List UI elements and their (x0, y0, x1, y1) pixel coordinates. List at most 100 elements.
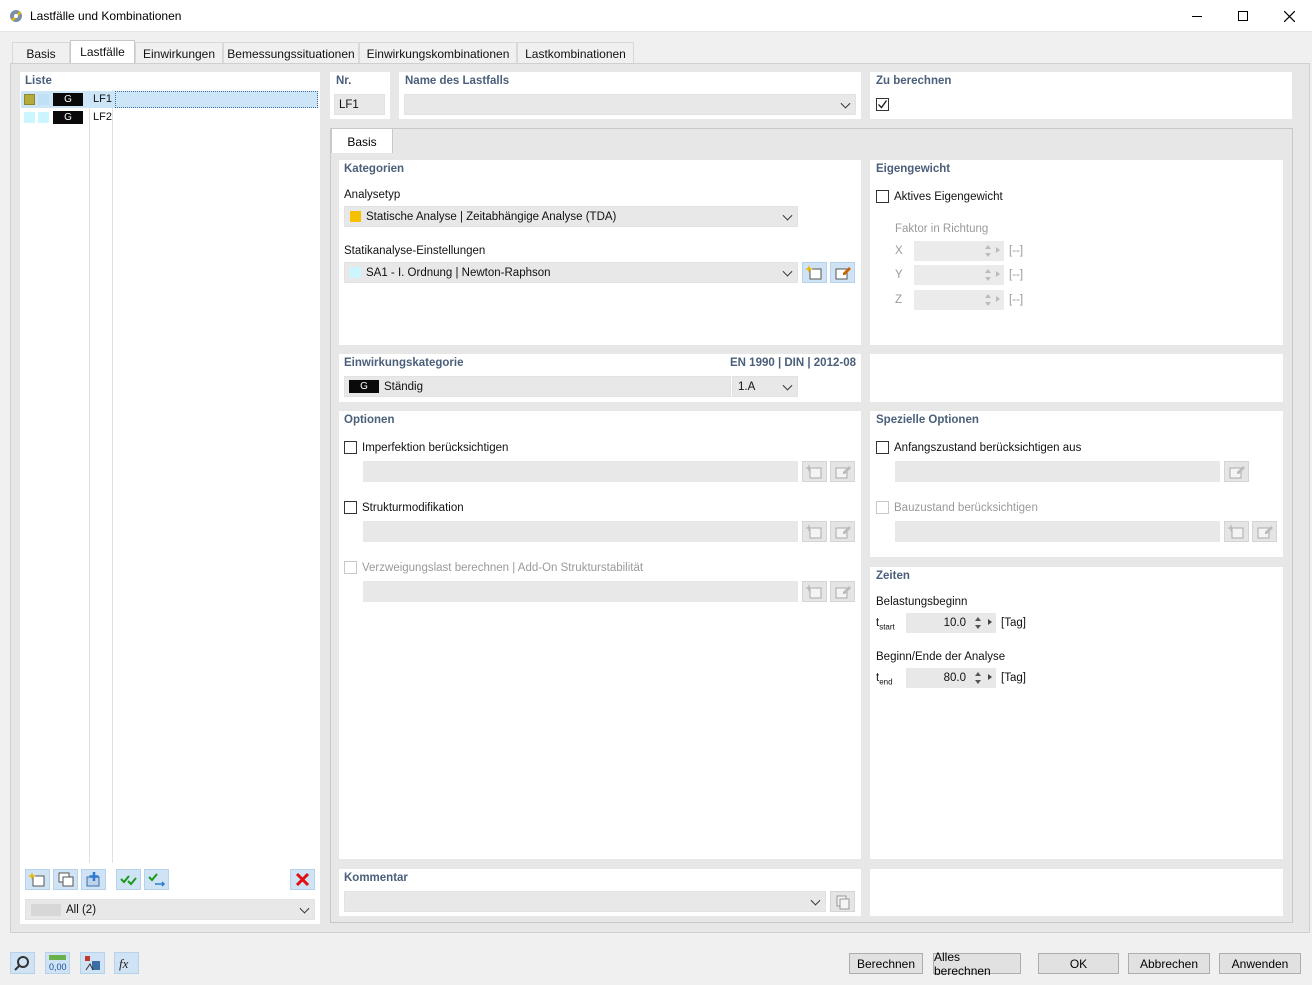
list-item[interactable]: G LF1 (21, 91, 318, 108)
formula-button[interactable]: fx (114, 952, 139, 974)
spin-up-icon[interactable] (975, 672, 981, 676)
tab-lastkombinationen[interactable]: Lastkombinationen (517, 42, 634, 64)
new-item-button[interactable] (25, 869, 50, 890)
check-all-button[interactable] (116, 869, 141, 890)
anwenden-button[interactable]: Anwenden (1219, 953, 1301, 974)
action-tag: G (53, 111, 83, 124)
add-multiple-button[interactable] (81, 869, 106, 890)
kommentar-copy-button[interactable] (830, 891, 855, 912)
factor-x-input[interactable] (914, 241, 1004, 261)
kategorien-panel: Kategorien Analysetyp Statische Analyse … (339, 160, 861, 345)
tab-basis[interactable]: Basis (12, 42, 70, 64)
edit-anfang-button[interactable] (1224, 461, 1249, 482)
factor-y-input[interactable] (914, 265, 1004, 285)
t-start-input[interactable]: 10.0 (906, 613, 996, 633)
struktur-checkbox[interactable] (344, 501, 357, 514)
eigengewicht-label: Aktives Eigengewicht (894, 191, 1003, 203)
title-bar: Lastfälle und Kombinationen (0, 0, 1312, 32)
calc-label: Zu berechnen (876, 75, 952, 87)
spin-up-icon[interactable] (975, 617, 981, 621)
tab-lastfaelle[interactable]: Lastfälle (70, 40, 135, 65)
tab-bemessungssituationen[interactable]: Bemessungssituationen (223, 42, 359, 64)
ende-label: Beginn/Ende der Analyse (876, 651, 1006, 663)
bauzustand-checkbox[interactable] (876, 501, 889, 514)
window-title: Lastfälle und Kombinationen (30, 9, 182, 23)
units-button[interactable]: 0,00 (45, 952, 70, 974)
edit-icon (835, 267, 851, 280)
close-button[interactable] (1266, 0, 1312, 32)
einwirkung-code-dropdown[interactable]: 1.A (732, 376, 798, 397)
verzweigung-field[interactable] (363, 581, 798, 602)
kategorien-header: Kategorien (344, 163, 405, 175)
action-tag: G (53, 93, 83, 106)
nr-panel: Nr. LF1 (330, 72, 390, 119)
new-struktur-button[interactable] (802, 521, 827, 542)
tab-einwirkungen[interactable]: Einwirkungen (135, 42, 223, 64)
formula-icon: fx (119, 956, 129, 971)
toggle-check-button[interactable] (144, 869, 169, 890)
factor-z-input[interactable] (914, 290, 1004, 310)
maximize-icon (1238, 11, 1248, 21)
name-dropdown[interactable] (404, 94, 856, 115)
new-icon (805, 464, 822, 479)
tab-einwirkungskombinationen[interactable]: Einwirkungskombinationen (359, 42, 517, 64)
abbrechen-button[interactable]: Abbrechen (1128, 953, 1210, 974)
delete-button[interactable] (290, 869, 315, 890)
beginn-label: Belastungsbeginn (876, 596, 968, 608)
t-end-input[interactable]: 80.0 (906, 668, 996, 688)
nr-field[interactable]: LF1 (334, 94, 385, 115)
spin-down-icon[interactable] (975, 625, 981, 629)
imperfektion-field[interactable] (363, 461, 798, 482)
new-statik-button[interactable] (802, 262, 827, 283)
t-end-value: 80.0 (943, 672, 966, 684)
checkmark-icon (878, 100, 888, 109)
new-imperfektion-button[interactable] (802, 461, 827, 482)
unit-x: [--] (1009, 245, 1024, 257)
calc-checkbox[interactable] (876, 98, 889, 111)
eigengewicht-header: Eigengewicht (876, 163, 951, 175)
einwirkung-field[interactable]: G Ständig (344, 376, 731, 397)
analysetyp-dropdown[interactable]: Statische Analyse | Zeitabhängige Analys… (344, 206, 798, 227)
ok-button[interactable]: OK (1038, 953, 1119, 974)
t-end-label: tend (876, 672, 893, 687)
subtab-basis[interactable]: Basis (331, 128, 393, 153)
maximize-button[interactable] (1220, 0, 1266, 32)
display-button[interactable] (80, 952, 105, 974)
edit-imperfektion-button[interactable] (830, 461, 855, 482)
verzweigung-checkbox[interactable] (344, 561, 357, 574)
statik-label: Statikanalyse-Einstellungen (344, 245, 486, 257)
eigengewicht-checkbox[interactable] (876, 190, 889, 203)
chevron-down-icon (299, 903, 310, 914)
einwirkung-header: Einwirkungskategorie (344, 357, 464, 369)
struktur-field[interactable] (363, 521, 798, 542)
list-panel: Liste G LF1 G LF2 All (2) (20, 72, 320, 924)
anfang-field[interactable] (895, 461, 1220, 482)
spin-down-icon[interactable] (975, 680, 981, 684)
list-divider (89, 90, 90, 863)
imperfektion-checkbox[interactable] (344, 441, 357, 454)
arrow-right-icon[interactable] (988, 619, 992, 625)
statik-dropdown[interactable]: SA1 - I. Ordnung | Newton-Raphson (344, 262, 798, 283)
bauzustand-field[interactable] (895, 521, 1220, 542)
kommentar-dropdown[interactable] (344, 891, 826, 912)
app-icon (10, 10, 22, 22)
statik-swatch (350, 267, 361, 278)
help-button[interactable] (10, 952, 35, 974)
filter-dropdown[interactable]: All (2) (25, 899, 315, 920)
copy-item-button[interactable] (53, 869, 78, 890)
new-verzweigung-button[interactable] (802, 581, 827, 602)
new-bauzustand-button[interactable] (1224, 521, 1249, 542)
berechnen-button[interactable]: Berechnen (849, 953, 923, 974)
list-header: Liste (25, 75, 52, 87)
edit-bauzustand-button[interactable] (1252, 521, 1277, 542)
alles-berechnen-button[interactable]: Alles berechnen (933, 950, 1021, 978)
arrow-right-icon[interactable] (988, 674, 992, 680)
einwirkung-code: 1.A (738, 381, 756, 393)
kommentar-panel: Kommentar (339, 869, 861, 916)
edit-struktur-button[interactable] (830, 521, 855, 542)
edit-verzweigung-button[interactable] (830, 581, 855, 602)
anfang-checkbox[interactable] (876, 441, 889, 454)
minimize-button[interactable] (1174, 0, 1220, 32)
edit-statik-button[interactable] (830, 262, 855, 283)
list-item[interactable]: G LF2 (21, 109, 318, 126)
